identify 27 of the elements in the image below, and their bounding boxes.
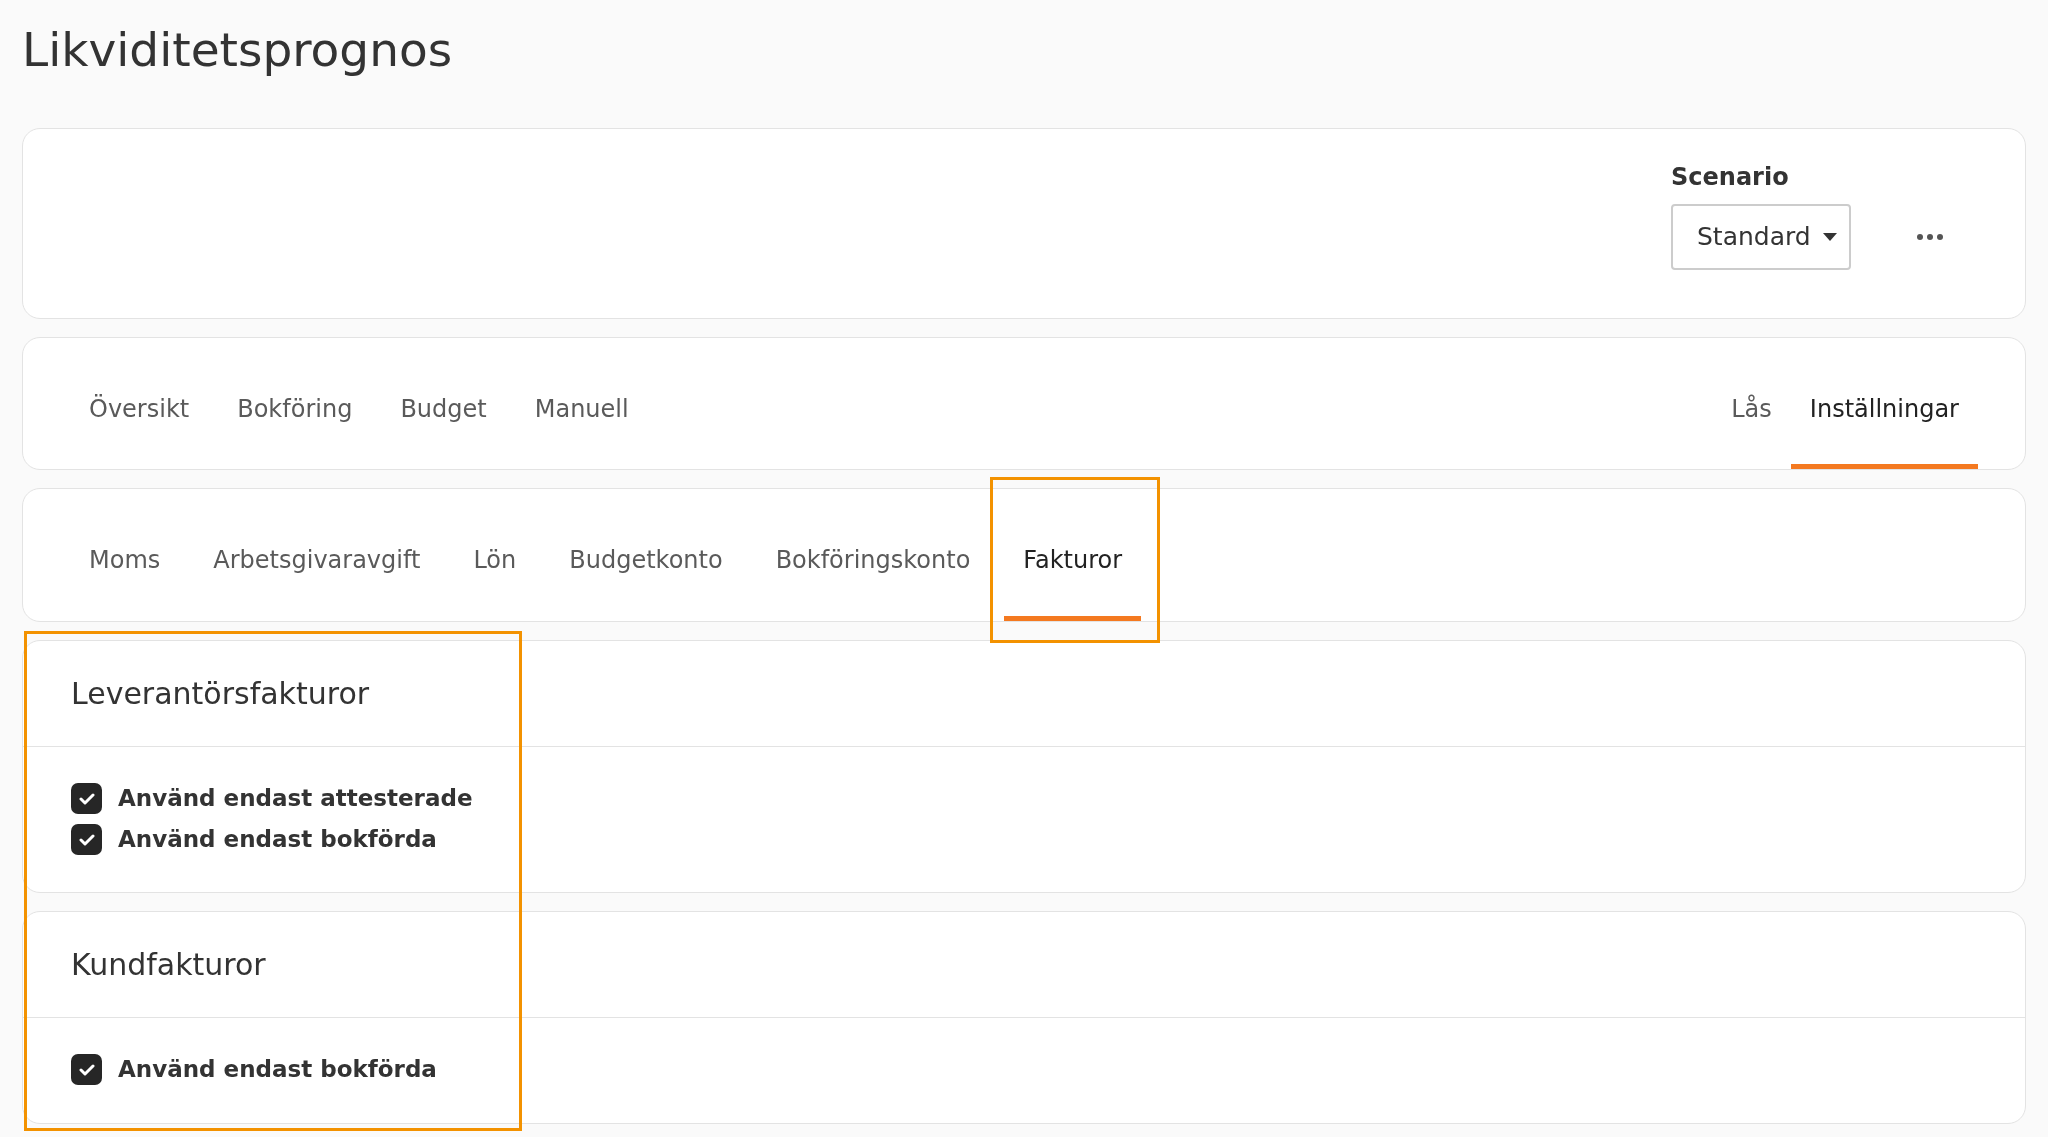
- checkmark-icon: [78, 792, 95, 805]
- section-heading: Kundfakturor: [71, 946, 266, 984]
- tab[interactable]: Bokföring: [218, 348, 372, 469]
- scenario-label: Scenario: [1671, 162, 1790, 192]
- tab[interactable]: Lås: [1712, 348, 1791, 469]
- checkbox[interactable]: [71, 1054, 102, 1085]
- checkbox-label: Använd endast attesterade: [118, 784, 473, 814]
- section-heading: Leverantörsfakturor: [71, 675, 370, 713]
- tab[interactable]: Bokföringskonto: [756, 499, 990, 621]
- page-title: Likviditetsprognos: [22, 21, 454, 79]
- tab[interactable]: Fakturor: [1004, 499, 1142, 621]
- tab[interactable]: Budgetkonto: [550, 499, 742, 621]
- tab[interactable]: Lön: [454, 499, 536, 621]
- tab[interactable]: Arbetsgivaravgift: [194, 499, 440, 621]
- tab[interactable]: Översikt: [70, 348, 209, 469]
- checkbox-label: Använd endast bokförda: [118, 825, 437, 855]
- tab[interactable]: Budget: [381, 348, 506, 469]
- tab[interactable]: Inställningar: [1790, 348, 1978, 469]
- checkbox[interactable]: [71, 783, 102, 814]
- scenario-dropdown[interactable]: Standard: [1671, 204, 1851, 270]
- checkmark-icon: [78, 1063, 95, 1076]
- caret-icon: [1823, 233, 1837, 241]
- checkbox[interactable]: [71, 824, 102, 855]
- tab[interactable]: Manuell: [515, 348, 648, 469]
- tab[interactable]: Moms: [70, 499, 180, 621]
- checkbox-label: Använd endast bokförda: [118, 1055, 437, 1085]
- checkmark-icon: [78, 833, 95, 846]
